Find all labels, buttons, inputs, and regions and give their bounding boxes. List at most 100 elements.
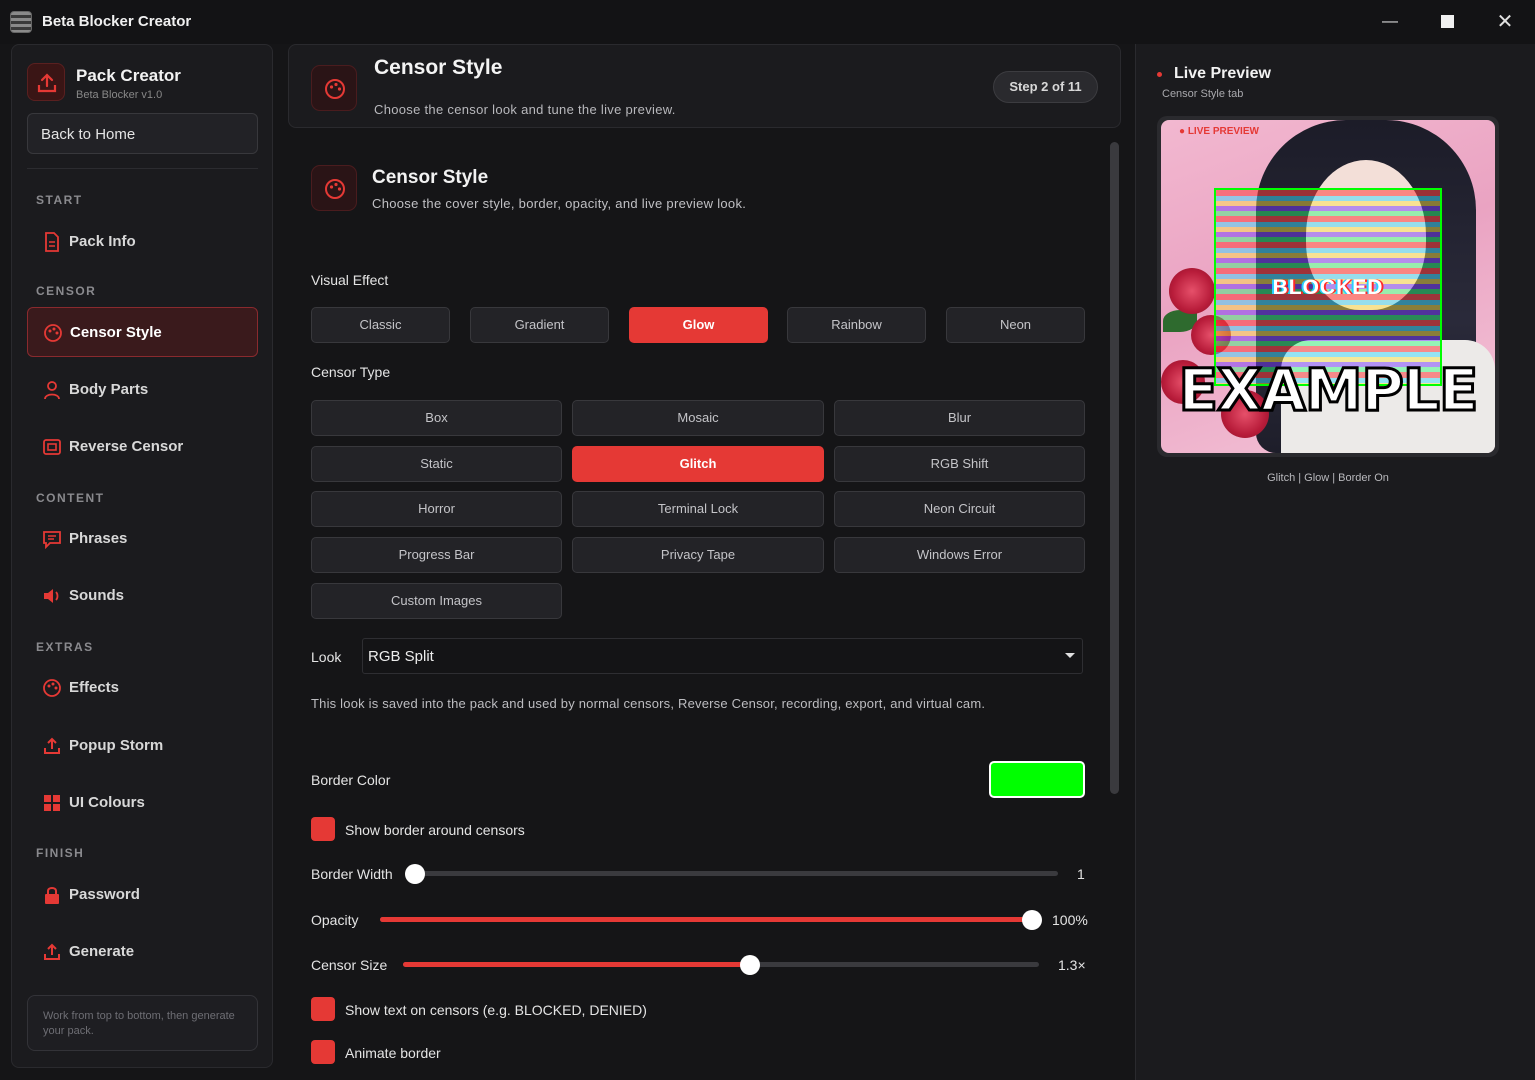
sidebar-item-label: Password — [69, 886, 140, 903]
type-terminal-lock-button[interactable]: Terminal Lock — [572, 491, 824, 527]
sidebar-item-body-parts[interactable]: Body Parts — [27, 365, 258, 415]
chevron-down-icon — [1065, 653, 1075, 658]
palette-icon — [311, 165, 357, 211]
content-panel: Censor Style Choose the cover style, bor… — [288, 136, 1121, 1080]
type-privacy-tape-button[interactable]: Privacy Tape — [572, 537, 824, 573]
sidebar-item-popup-storm[interactable]: Popup Storm — [27, 721, 258, 771]
page-subtitle: Choose the censor look and tune the live… — [374, 102, 676, 117]
chat-icon — [43, 531, 61, 549]
type-horror-button[interactable]: Horror — [311, 491, 562, 527]
sidebar-item-label: Popup Storm — [69, 737, 164, 754]
sidebar-item-censor-style[interactable]: Censor Style — [27, 307, 258, 357]
type-neon-circuit-button[interactable]: Neon Circuit — [834, 491, 1085, 527]
step-badge: Step 2 of 11 — [993, 71, 1098, 103]
sidebar-item-label: Phrases — [69, 530, 128, 547]
preview-panel: Live Preview Censor Style tab BLOCKED ● … — [1135, 44, 1535, 1080]
type-blur-button[interactable]: Blur — [834, 400, 1085, 436]
type-progress-bar-button[interactable]: Progress Bar — [311, 537, 562, 573]
sidebar-item-label: Sounds — [69, 587, 124, 604]
type-mosaic-button[interactable]: Mosaic — [572, 400, 824, 436]
look-value: RGB Split — [368, 648, 434, 665]
type-rgb-shift-button[interactable]: RGB Shift — [834, 446, 1085, 482]
sidebar-item-phrases[interactable]: Phrases — [27, 514, 258, 564]
type-custom-images-button[interactable]: Custom Images — [311, 583, 562, 619]
lock-icon — [45, 887, 59, 904]
type-box-button[interactable]: Box — [311, 400, 562, 436]
look-label: Look — [311, 649, 342, 665]
visual-effect-label: Visual Effect — [311, 272, 389, 288]
speaker-icon — [44, 589, 59, 603]
type-static-button[interactable]: Static — [311, 446, 562, 482]
effect-glow-button[interactable]: Glow — [629, 307, 768, 343]
effect-classic-button[interactable]: Classic — [311, 307, 450, 343]
sidebar-item-label: Reverse Censor — [69, 438, 184, 455]
slider-fill — [403, 962, 750, 967]
maximize-icon — [1440, 15, 1454, 29]
sidebar-item-label: Body Parts — [69, 381, 149, 398]
sidebar-item-reverse-censor[interactable]: Reverse Censor — [27, 422, 258, 472]
section-title: Censor Style — [372, 167, 489, 188]
back-to-home-button[interactable]: Back to Home — [27, 113, 258, 154]
sidebar-item-password[interactable]: Password — [27, 870, 258, 920]
maximize-button[interactable] — [1435, 10, 1459, 34]
animate-border-label: Animate border — [345, 1045, 441, 1061]
sidebar-item-pack-info[interactable]: Pack Info — [27, 217, 258, 267]
section-censor: CENSOR — [36, 284, 97, 298]
preview-caption: Glitch | Glow | Border On — [1267, 472, 1389, 484]
minimize-button[interactable]: — — [1378, 10, 1402, 34]
person-icon — [44, 381, 60, 400]
section-start: START — [36, 193, 83, 207]
brand-title: Pack Creator — [76, 66, 181, 85]
section-content: CONTENT — [36, 491, 105, 505]
opacity-label: Opacity — [311, 912, 359, 928]
close-button[interactable]: ✕ — [1493, 10, 1517, 34]
upload-icon — [44, 943, 60, 960]
upload-icon — [27, 63, 65, 101]
opacity-value: 100% — [1052, 912, 1088, 928]
type-windows-error-button[interactable]: Windows Error — [834, 537, 1085, 573]
border-width-slider[interactable] — [405, 864, 1058, 884]
sidebar-item-label: Effects — [69, 679, 120, 696]
slider-thumb[interactable] — [1022, 910, 1042, 930]
sidebar-item-generate[interactable]: Generate — [27, 927, 258, 977]
border-color-swatch[interactable] — [989, 761, 1085, 798]
type-glitch-button[interactable]: Glitch — [572, 446, 824, 482]
effect-neon-button[interactable]: Neon — [946, 307, 1085, 343]
sidebar-item-label: Generate — [69, 943, 135, 960]
effect-gradient-button[interactable]: Gradient — [470, 307, 609, 343]
look-select[interactable]: RGB Split — [362, 638, 1083, 674]
border-width-label: Border Width — [311, 866, 393, 882]
page-header: Censor Style Choose the censor look and … — [288, 44, 1121, 128]
palette-icon — [44, 324, 62, 342]
live-preview-badge: ● LIVE PREVIEW — [1179, 126, 1259, 137]
sidebar-item-label: Pack Info — [69, 233, 136, 250]
section-extras: EXTRAS — [36, 640, 94, 654]
brand-version: Beta Blocker v1.0 — [76, 89, 163, 101]
show-text-label: Show text on censors (e.g. BLOCKED, DENI… — [345, 1002, 647, 1018]
preview-frame: BLOCKED ● LIVE PREVIEW EXAMPLE — [1157, 116, 1499, 457]
window-title: Beta Blocker Creator — [42, 13, 192, 30]
preview-image: BLOCKED ● LIVE PREVIEW EXAMPLE — [1161, 120, 1495, 453]
section-subtitle: Choose the cover style, border, opacity,… — [372, 196, 747, 211]
slider-thumb[interactable] — [740, 955, 760, 975]
live-dot-icon — [1157, 72, 1162, 77]
censor-size-value: 1.3× — [1058, 957, 1086, 973]
animate-border-checkbox[interactable] — [311, 1040, 335, 1064]
slider-thumb[interactable] — [405, 864, 425, 884]
title-bar: Beta Blocker Creator — ✕ — [0, 0, 1535, 44]
scrollbar[interactable] — [1110, 142, 1119, 794]
section-finish: FINISH — [36, 846, 85, 860]
sidebar-item-label: Censor Style — [70, 324, 162, 341]
show-border-checkbox[interactable] — [311, 817, 335, 841]
sidebar-item-sounds[interactable]: Sounds — [27, 571, 258, 621]
censor-size-slider[interactable] — [403, 955, 1039, 975]
opacity-slider[interactable] — [380, 910, 1042, 930]
tip-box: Work from top to bottom, then generate y… — [27, 995, 258, 1051]
frame-icon — [43, 439, 61, 455]
app-icon — [10, 11, 32, 33]
sidebar-item-ui-colours[interactable]: UI Colours — [27, 778, 258, 828]
sidebar-item-effects[interactable]: Effects — [27, 663, 258, 713]
rose — [1169, 268, 1215, 314]
show-text-checkbox[interactable] — [311, 997, 335, 1021]
effect-rainbow-button[interactable]: Rainbow — [787, 307, 926, 343]
